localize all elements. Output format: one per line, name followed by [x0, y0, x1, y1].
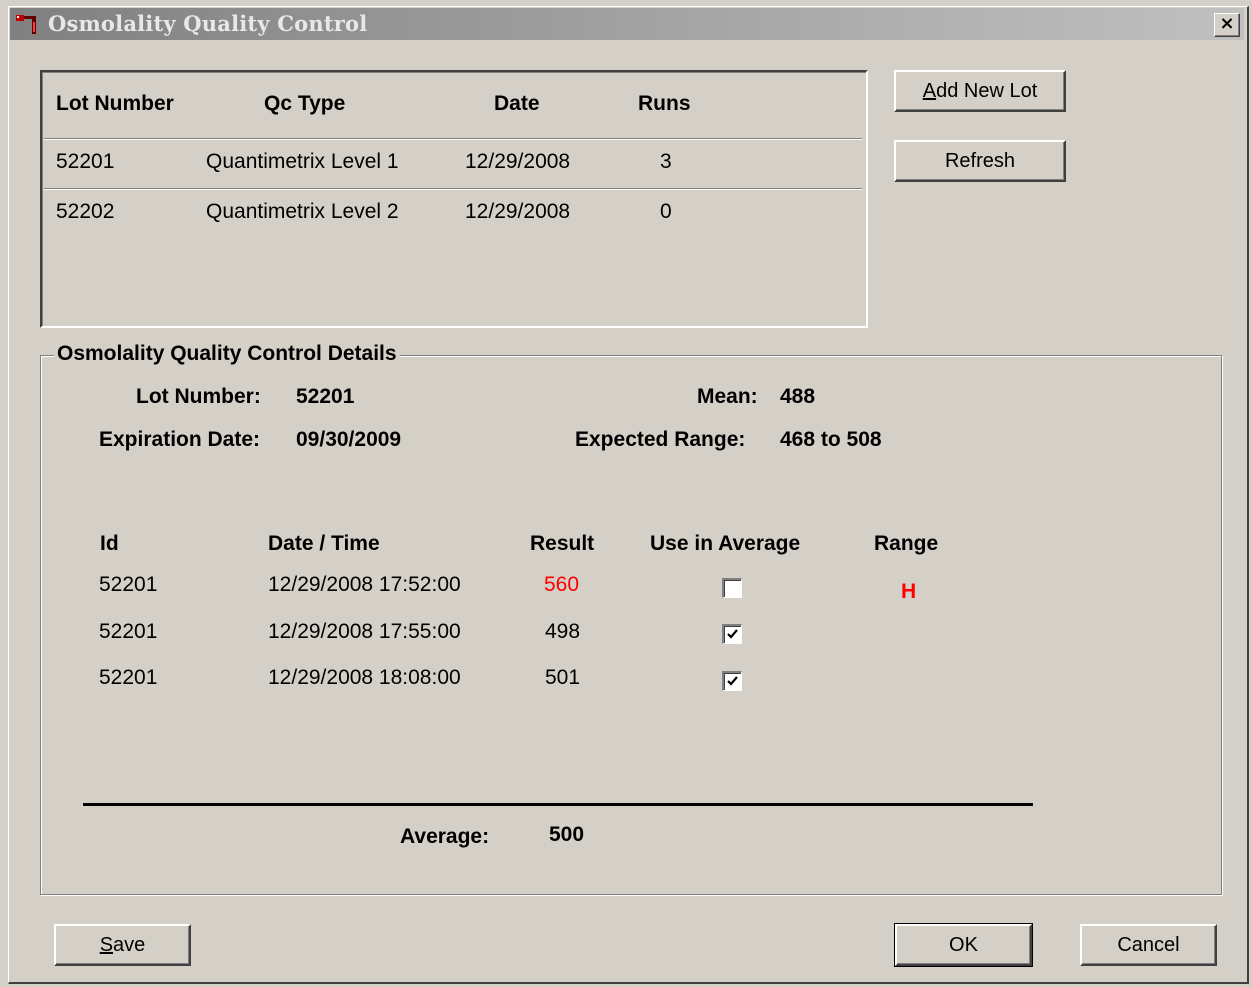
column-header-lot-number[interactable]: Lot Number [56, 92, 174, 116]
column-header-result: Result [530, 532, 595, 555]
lot-number-cell: 52202 [56, 200, 115, 223]
expected-range-value: 468 to 508 [780, 428, 882, 451]
runs-cell: 0 [660, 200, 672, 223]
date-cell: 12/29/2008 [465, 200, 571, 223]
average-separator [83, 803, 1033, 806]
title-bar[interactable]: Osmolality Quality Control × [10, 8, 1244, 40]
column-header-range: Range [874, 532, 939, 555]
mean-label: Mean: [697, 385, 758, 408]
use-in-average-checkbox[interactable] [722, 578, 742, 598]
run-result-cell: 501 [545, 666, 581, 689]
column-header-date-time: Date / Time [268, 532, 380, 555]
column-header-date[interactable]: Date [494, 92, 540, 116]
checkmark-icon [727, 676, 738, 686]
mean-value: 488 [780, 385, 816, 408]
save-mnemonic: S [99, 934, 114, 956]
column-header-runs[interactable]: Runs [638, 92, 691, 116]
lot-number-value: 52201 [296, 385, 355, 408]
run-datetime-cell: 12/29/2008 17:55:00 [268, 620, 461, 643]
close-icon: × [1219, 13, 1235, 34]
use-in-average-checkbox[interactable] [722, 671, 742, 691]
add-new-lot-button[interactable]: Add New Lot [894, 70, 1066, 112]
date-cell: 12/29/2008 [465, 150, 571, 173]
ok-button[interactable]: OK [894, 923, 1033, 967]
window-title: Osmolality Quality Control [48, 11, 368, 36]
qc-type-cell: Quantimetrix Level 2 [206, 200, 399, 223]
run-datetime-cell: 12/29/2008 17:52:00 [268, 573, 461, 596]
column-header-id: Id [100, 532, 119, 555]
run-result-cell: 498 [545, 620, 581, 643]
runs-cell: 3 [660, 150, 672, 173]
run-datetime-cell: 12/29/2008 18:08:00 [268, 666, 461, 689]
lot-list[interactable]: Lot Number Qc Type Date Runs 52201 Quant… [40, 70, 868, 328]
expiration-date-label: Expiration Date: [99, 428, 261, 451]
close-button[interactable]: × [1214, 13, 1240, 37]
use-in-average-checkbox[interactable] [722, 624, 742, 644]
add-new-lot-label: dd New Lot [936, 80, 1038, 102]
details-group-title: Osmolality Quality Control Details [54, 342, 400, 366]
run-result-cell-out-of-range: 560 [544, 573, 580, 596]
lot-number-cell: 52201 [56, 150, 115, 173]
lot-number-label: Lot Number: [136, 385, 261, 408]
run-id-cell: 52201 [99, 573, 158, 596]
run-id-cell: 52201 [99, 620, 158, 643]
range-flag-high: H [901, 580, 917, 603]
save-label: ave [113, 934, 146, 956]
add-new-lot-mnemonic: A [922, 80, 937, 102]
cancel-button[interactable]: Cancel [1080, 924, 1217, 966]
expected-range-label: Expected Range: [575, 428, 746, 451]
lot-row[interactable]: 52201 Quantimetrix Level 1 12/29/2008 3 [44, 140, 862, 188]
average-label: Average: [400, 825, 490, 848]
save-button[interactable]: Save [54, 924, 191, 966]
app-instrument-icon [16, 15, 36, 34]
run-id-cell: 52201 [99, 666, 158, 689]
expiration-date-value: 09/30/2009 [296, 428, 402, 451]
column-header-use-in-average: Use in Average [650, 532, 801, 555]
column-header-qc-type[interactable]: Qc Type [264, 92, 345, 116]
lot-row[interactable]: 52202 Quantimetrix Level 2 12/29/2008 0 [44, 190, 862, 238]
checkmark-icon [727, 629, 738, 639]
average-value: 500 [549, 823, 585, 846]
refresh-button[interactable]: Refresh [894, 140, 1066, 182]
qc-type-cell: Quantimetrix Level 1 [206, 150, 399, 173]
